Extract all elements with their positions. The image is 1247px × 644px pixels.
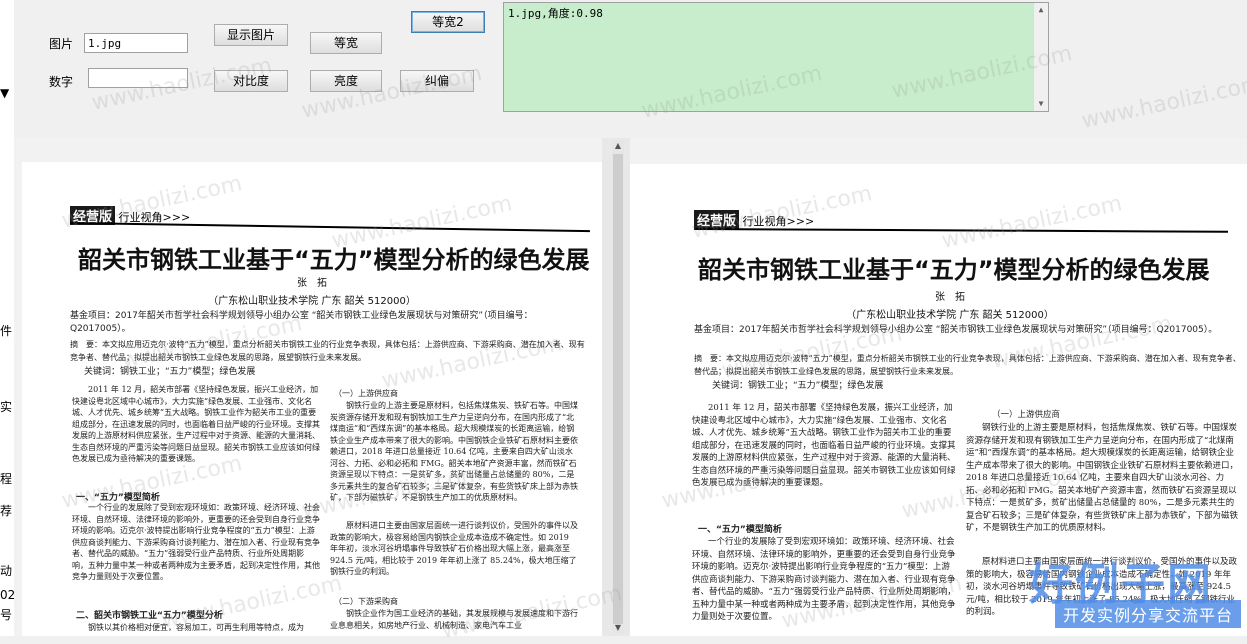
number-input[interactable] xyxy=(88,68,188,88)
contrast-button[interactable]: 对比度 xyxy=(214,70,288,92)
background-window-text: ▼ xyxy=(0,86,10,100)
log-scrollbar[interactable]: ▲ ▼ xyxy=(1033,3,1048,111)
col2-heading: （一）上游供应商 xyxy=(334,389,398,398)
brightness-button[interactable]: 亮度 xyxy=(310,70,382,92)
abstract: 摘 要：本文拟应用迈克尔·波特“五力”模型，重点分析韶关市钢铁工业的行业竞争表现… xyxy=(694,354,1241,376)
image-filename-input[interactable] xyxy=(84,33,188,53)
article-affiliation: （广东松山职业技术学院 广东 韶关 512000） xyxy=(846,310,1054,321)
background-window-text: 02 xyxy=(0,588,15,602)
col1-tail: 钢铁以其价格相对便宜，容易加工，可再生利用等特点，成为 xyxy=(88,623,304,632)
col2-body-2: 原材料进口主要由国家层面统一进行谈判议价，受国外的事件以及政策的影响大，极容易给… xyxy=(330,521,578,576)
log-text: 1.jpg,角度:0.98 xyxy=(508,7,603,20)
article-title: 韶关市钢铁工业基于“五力”模型分析的绿色发展 xyxy=(698,256,1210,284)
original-document-image: 经营版 行业视角>>> 韶关市钢铁工业基于“五力”模型分析的绿色发展 张 拓 （… xyxy=(22,162,602,636)
original-image-pane: 经营版 行业视角>>> 韶关市钢铁工业基于“五力”模型分析的绿色发展 张 拓 （… xyxy=(14,138,602,636)
col1-intro: 2011 年 12 月，韶关市部署《坚持绿色发展，振兴工业经济，加快建设粤北区域… xyxy=(72,385,320,463)
col2-body: 钢铁行业的上游主要是原材料，包括焦煤焦炭、铁矿石等。中国煤炭资源存储开发和现有钢… xyxy=(966,423,1238,533)
equal-width-button[interactable]: 等宽 xyxy=(310,32,382,54)
col1-heading: 一、“五力”模型简析 xyxy=(698,525,782,534)
number-label: 数字 xyxy=(49,75,74,89)
show-image-button[interactable]: 显示图片 xyxy=(214,24,288,46)
deskew-button[interactable]: 纠偏 xyxy=(400,70,474,92)
header-rule xyxy=(69,222,590,233)
scroll-down-icon[interactable]: ▼ xyxy=(612,622,624,634)
scrollbar-thumb[interactable] xyxy=(613,154,623,624)
article-author: 张 拓 xyxy=(935,292,965,303)
col1-body: 一个行业的发展除了受到宏观环境如：政策环境、经济环境、社会环境、自然环境、法律环… xyxy=(72,503,320,581)
keywords: 关键词：钢铁工业；“五力”模型；绿色发展 xyxy=(712,381,884,391)
column-name: 行业视角 xyxy=(742,215,787,228)
col1-intro: 2011 年 12 月，韶关市部署《坚持绿色发展，振兴工业经济，加快建设粤北区域… xyxy=(692,403,956,488)
image-label: 图片 xyxy=(49,37,74,51)
scroll-down-icon[interactable]: ▼ xyxy=(1034,97,1048,111)
keywords: 关键词：钢铁工业；“五力”模型；绿色发展 xyxy=(84,367,256,377)
col1-heading: 一、“五力”模型简析 xyxy=(76,493,160,502)
scroll-up-icon[interactable]: ▲ xyxy=(612,140,624,152)
col2-heading-2: （二）下游采购商 xyxy=(334,597,398,606)
col2-heading: （一）上游供应商 xyxy=(992,410,1061,420)
abstract: 摘 要：本文拟应用迈克尔·波特“五力”模型，重点分析韶关市钢铁工业的行业竞争表现… xyxy=(70,340,585,362)
journal-header: 经营版 行业视角>>> xyxy=(694,210,814,229)
site-logo: 好例子网 开发实例分享交流平台 xyxy=(993,548,1243,628)
header-rule xyxy=(693,228,1228,233)
logo-subtitle: 开发实例分享交流平台 xyxy=(1054,600,1241,628)
image-scrollbar[interactable]: ▲ ▼ xyxy=(612,140,624,634)
journal-tag: 经营版 xyxy=(694,210,740,229)
fund-note: 基金项目：2017年韶关市哲学社会科学规划领导小组办公室 “韶关市钢铁工业绿色发… xyxy=(70,311,533,334)
col1-heading-2: 二、韶关市钢铁工业“五力”模型分析 xyxy=(76,611,223,620)
article-title: 韶关市钢铁工业基于“五力”模型分析的绿色发展 xyxy=(78,246,590,274)
output-log[interactable]: 1.jpg,角度:0.98 ▲ ▼ xyxy=(503,2,1049,112)
article-author: 张 拓 xyxy=(297,278,327,289)
background-window-text: 号 xyxy=(0,608,13,622)
col2-body: 钢铁行业的上游主要是原材料，包括焦煤焦炭、铁矿石等。中国煤炭资源存储开发和现有钢… xyxy=(330,401,578,502)
col1-body: 一个行业的发展除了受到宏观环境如：政策环境、经济环境、社会环境、自然环境、法律环… xyxy=(692,537,956,622)
background-window-text: 程 xyxy=(0,472,13,486)
background-window-strip: ▼ 件实程荐动 02 号 xyxy=(0,0,15,636)
col2-tail: 钢铁企业作为国工业经济的基础，其发展规模与发展速度和下游行业息息相关，如房地产行… xyxy=(330,609,578,630)
background-window-text: 实 xyxy=(0,400,13,414)
scroll-up-icon[interactable]: ▲ xyxy=(1034,3,1048,17)
background-window-text: 件 xyxy=(0,324,13,338)
background-window-text: 动 xyxy=(0,564,13,578)
background-window-text: 荐 xyxy=(0,504,13,518)
article-affiliation: （广东松山职业技术学院 广东 韶关 512000） xyxy=(208,296,416,307)
fund-note: 基金项目：2017年韶关市哲学社会科学规划领导小组办公室 “韶关市钢铁工业绿色发… xyxy=(694,325,1218,335)
equal-width-2-button[interactable]: 等宽2 xyxy=(411,11,485,33)
